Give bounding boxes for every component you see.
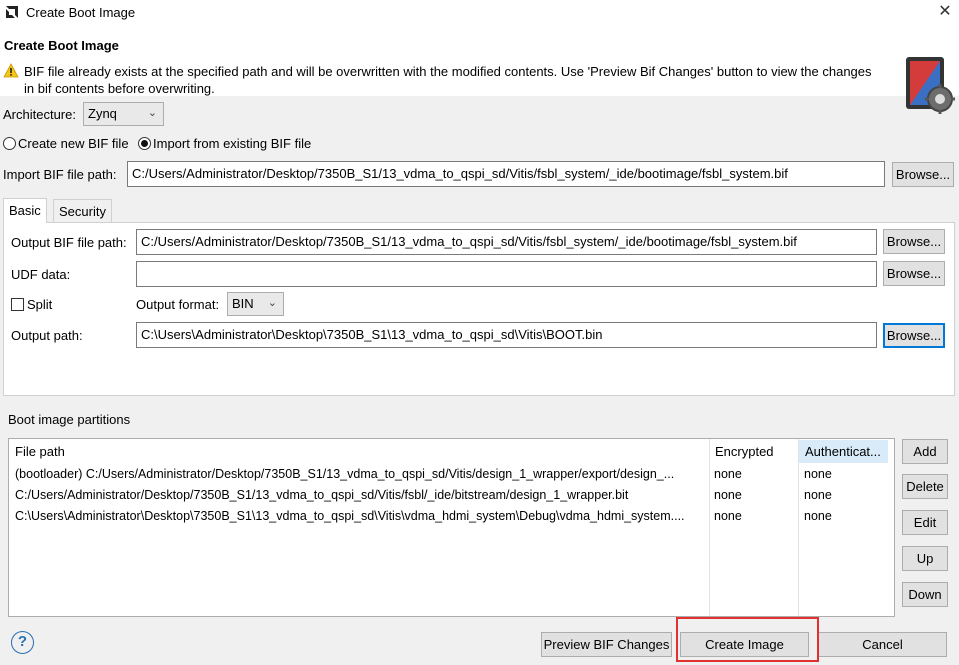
- warning-icon: [3, 63, 19, 78]
- import-bif-browse-button[interactable]: Browse...: [892, 162, 954, 187]
- title-bar: Create Boot Image ✕: [0, 0, 959, 25]
- import-bif-path-label: Import BIF file path:: [3, 167, 117, 182]
- output-path-label: Output path:: [11, 328, 83, 343]
- split-checkbox[interactable]: [11, 298, 24, 311]
- import-bif-radio[interactable]: [138, 137, 151, 150]
- tab-basic[interactable]: Basic: [3, 198, 47, 223]
- move-up-button[interactable]: Up: [902, 546, 948, 571]
- output-path-browse-button[interactable]: Browse...: [883, 323, 945, 348]
- edit-partition-button[interactable]: Edit: [902, 510, 948, 535]
- create-new-bif-radio[interactable]: [3, 137, 16, 150]
- output-bif-path-label: Output BIF file path:: [11, 235, 127, 250]
- architecture-select[interactable]: Zynq ⌄: [83, 102, 164, 126]
- output-bif-path-input[interactable]: C:/Users/Administrator/Desktop/7350B_S1/…: [136, 229, 877, 255]
- tab-security[interactable]: Security: [53, 199, 112, 223]
- table-row[interactable]: (bootloader) C:/Users/Administrator/Desk…: [9, 464, 894, 485]
- architecture-value: Zynq: [88, 106, 117, 121]
- close-icon[interactable]: ✕: [934, 2, 956, 22]
- architecture-label: Architecture:: [3, 107, 76, 122]
- chevron-down-icon: ⌄: [267, 297, 277, 309]
- table-row[interactable]: C:/Users/Administrator/Desktop/7350B_S1/…: [9, 485, 894, 506]
- import-bif-path-input[interactable]: C:/Users/Administrator/Desktop/7350B_S1/…: [127, 161, 885, 187]
- dialog-header: Create Boot Image BIF file already exist…: [0, 25, 959, 114]
- output-format-select[interactable]: BIN ⌄: [227, 292, 284, 316]
- dialog-title: Create Boot Image: [4, 38, 119, 53]
- partitions-table[interactable]: File path Encrypted Authenticat... (boot…: [8, 438, 895, 617]
- import-bif-label[interactable]: Import from existing BIF file: [153, 136, 311, 151]
- output-bif-browse-button[interactable]: Browse...: [883, 229, 945, 254]
- amd-logo-icon: [6, 6, 18, 18]
- output-format-label: Output format:: [136, 297, 220, 312]
- row-file-path: C:/Users/Administrator/Desktop/7350B_S1/…: [15, 488, 629, 502]
- row-encrypted: none: [714, 467, 742, 481]
- chevron-down-icon: ⌄: [147, 107, 157, 119]
- boot-image-gear-icon: [906, 57, 955, 114]
- udf-data-input[interactable]: [136, 261, 877, 287]
- output-path-input[interactable]: C:\Users\Administrator\Desktop\7350B_S1\…: [136, 322, 877, 348]
- row-file-path: (bootloader) C:/Users/Administrator/Desk…: [15, 467, 675, 481]
- preview-bif-changes-button[interactable]: Preview BIF Changes: [541, 632, 672, 657]
- column-header-file-path[interactable]: File path: [9, 440, 709, 463]
- udf-data-label: UDF data:: [11, 267, 71, 282]
- row-authentication: none: [804, 509, 832, 523]
- udf-browse-button[interactable]: Browse...: [883, 261, 945, 286]
- row-encrypted: none: [714, 488, 742, 502]
- warning-message: BIF file already exists at the specified…: [24, 64, 872, 96]
- row-authentication: none: [804, 467, 832, 481]
- row-authentication: none: [804, 488, 832, 502]
- partitions-label: Boot image partitions: [8, 412, 131, 427]
- split-label[interactable]: Split: [27, 297, 52, 312]
- annotation-highlight-box: [676, 617, 819, 662]
- output-format-value: BIN: [232, 296, 254, 311]
- create-new-bif-label[interactable]: Create new BIF file: [18, 136, 129, 151]
- row-file-path: C:\Users\Administrator\Desktop\7350B_S1\…: [15, 509, 685, 523]
- row-encrypted: none: [714, 509, 742, 523]
- help-icon[interactable]: ?: [11, 631, 34, 654]
- cancel-button[interactable]: Cancel: [818, 632, 947, 657]
- column-header-authentication[interactable]: Authenticat...: [799, 440, 888, 463]
- move-down-button[interactable]: Down: [902, 582, 948, 607]
- add-partition-button[interactable]: Add: [902, 439, 948, 464]
- window-title: Create Boot Image: [26, 5, 136, 20]
- column-header-encrypted[interactable]: Encrypted: [709, 440, 798, 463]
- table-row[interactable]: C:\Users\Administrator\Desktop\7350B_S1\…: [9, 506, 894, 527]
- delete-partition-button[interactable]: Delete: [902, 474, 948, 499]
